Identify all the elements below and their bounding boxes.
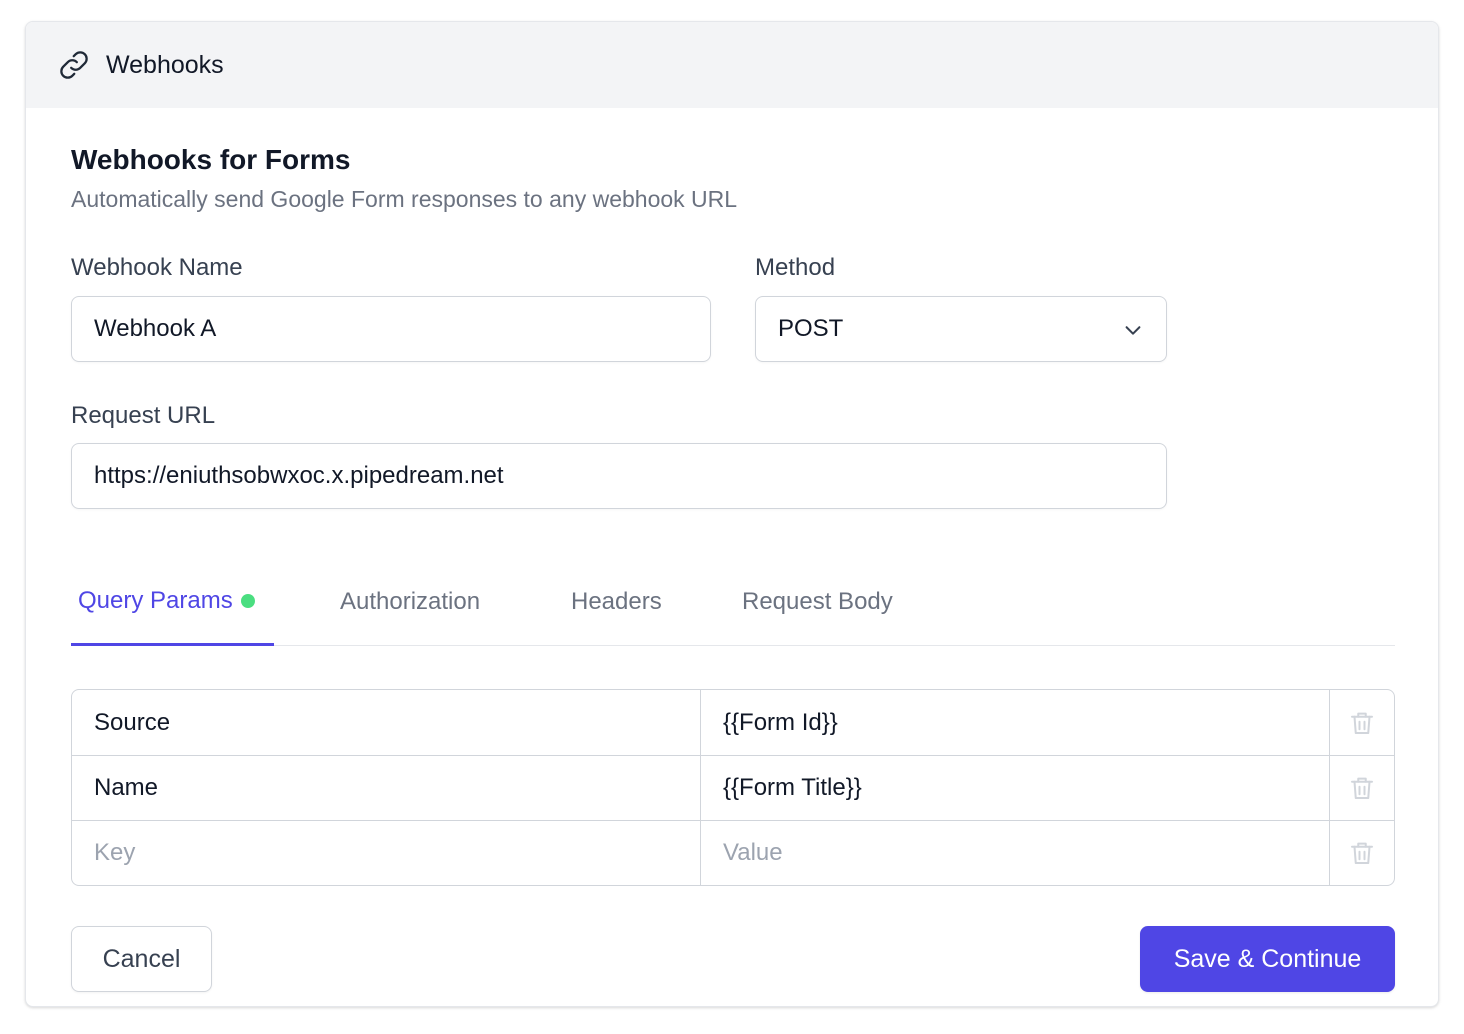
tab-authorization-label: Authorization (340, 588, 481, 615)
method-label: Method (755, 254, 836, 281)
tab-request-body-label: Request Body (742, 588, 893, 615)
delete-row-button[interactable] (1330, 756, 1394, 820)
param-value-input[interactable]: {{Form Title}} (701, 756, 1330, 820)
section-title: Webhooks for Forms (71, 144, 351, 175)
method-select[interactable]: POST (755, 296, 1167, 362)
query-params-table: Source {{Form Id}} Name {{Form Title}} K… (71, 689, 1395, 886)
header-title: Webhooks (106, 50, 224, 79)
trash-icon (1351, 712, 1373, 734)
section-subtitle: Automatically send Google Form responses… (71, 186, 738, 212)
save-continue-button[interactable]: Save & Continue (1140, 926, 1395, 992)
webhooks-card: Webhooks Webhooks for Forms Automaticall… (25, 21, 1439, 1007)
param-value-input[interactable]: {{Form Id}} (701, 690, 1330, 755)
trash-icon (1351, 842, 1373, 864)
active-indicator-dot (240, 593, 255, 608)
tab-query-params[interactable]: Query Params (71, 558, 274, 646)
webhook-name-input[interactable]: Webhook A (71, 296, 711, 362)
table-row: Name {{Form Title}} (72, 755, 1394, 820)
card-header: Webhooks (26, 22, 1438, 108)
tab-headers-label: Headers (571, 588, 662, 615)
tabs-bar: Query Params Authorization Headers Reque… (71, 558, 1395, 646)
table-row: Source {{Form Id}} (72, 690, 1394, 755)
cancel-button[interactable]: Cancel (71, 926, 212, 992)
delete-row-button[interactable] (1330, 690, 1394, 755)
param-key-input[interactable]: Key (72, 821, 701, 885)
trash-icon (1351, 777, 1373, 799)
request-url-input[interactable]: https://eniuthsobwxoc.x.pipedream.net (71, 443, 1167, 509)
param-value-input[interactable]: Value (701, 821, 1330, 885)
link-icon (56, 47, 92, 83)
webhook-name-value: Webhook A (94, 315, 217, 342)
tab-headers[interactable]: Headers (571, 558, 662, 646)
tab-request-body[interactable]: Request Body (742, 558, 893, 646)
tab-authorization[interactable]: Authorization (340, 558, 480, 646)
request-url-label: Request URL (71, 402, 216, 429)
table-row: Key Value (72, 820, 1394, 885)
tab-query-params-label: Query Params (78, 586, 233, 614)
delete-row-button[interactable] (1330, 821, 1394, 885)
request-url-value: https://eniuthsobwxoc.x.pipedream.net (94, 462, 504, 489)
param-key-input[interactable]: Name (72, 756, 701, 820)
chevron-down-icon (1122, 319, 1144, 341)
param-key-input[interactable]: Source (72, 690, 701, 755)
webhook-name-label: Webhook Name (71, 254, 243, 281)
method-value: POST (778, 315, 844, 342)
